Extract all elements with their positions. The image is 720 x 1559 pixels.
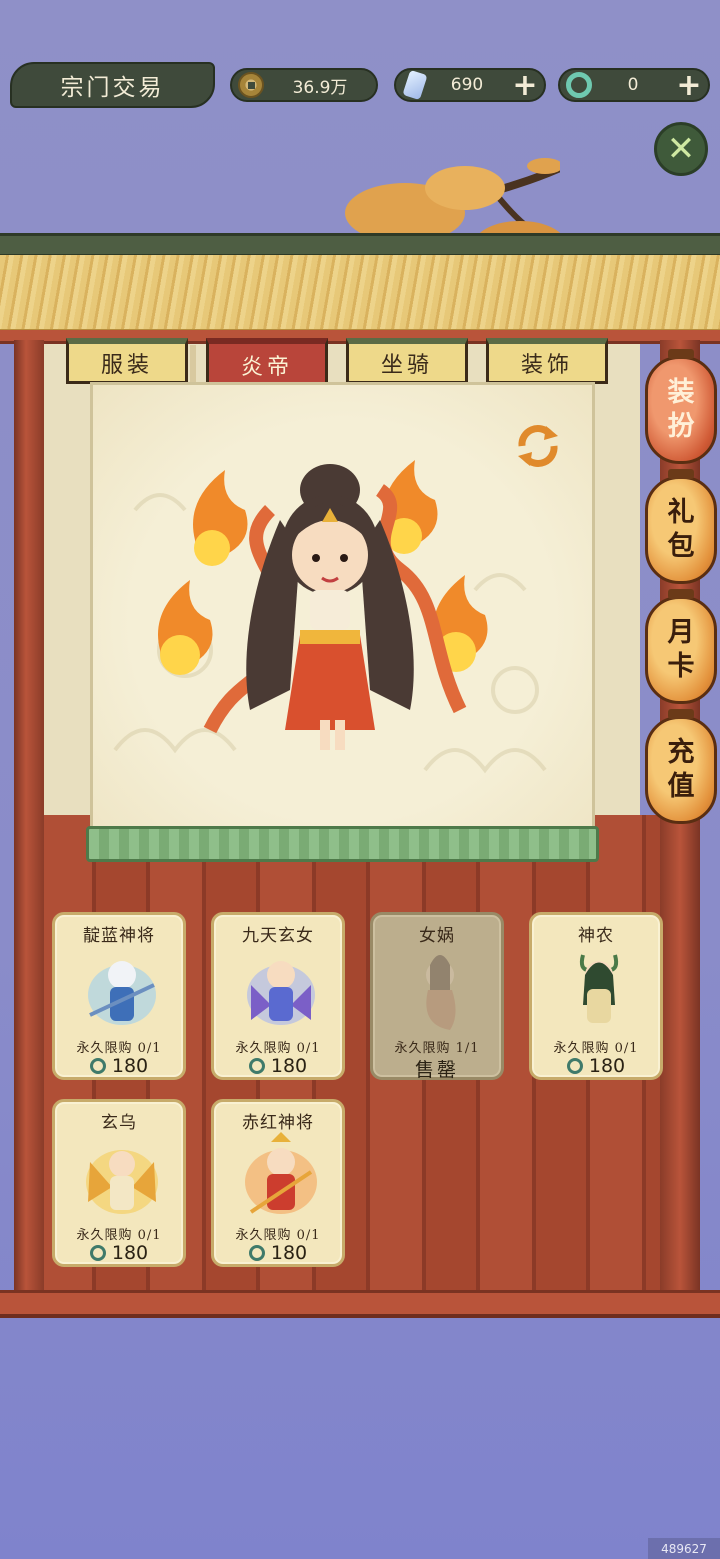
lantern-label: 值 [667,771,695,802]
jade-ring-icon [89,1058,106,1074]
item-card[interactable]: 靛蓝神将 永久限购 0/1 180 [52,912,186,1080]
tab-decoration[interactable]: 装饰 [486,338,608,384]
jade-ring-icon [566,72,592,98]
lantern-label: 包 [667,531,695,562]
item-name: 靛蓝神将 [83,926,155,946]
lantern-label: 装 [667,377,695,408]
jade-ring-icon [89,1245,106,1261]
item-portrait [86,1150,158,1214]
page-title: 宗门交易 [10,62,215,108]
purchase-limit: 永久限购 0/1 [76,1041,162,1056]
jade-ring-icon [566,1058,583,1074]
item-portrait [426,955,456,1030]
gem-value: 690 [450,75,484,95]
sold-out-label: 售罄 [414,1059,459,1081]
purchase-limit: 永久限购 0/1 [76,1228,162,1243]
gem-icon [402,69,428,101]
lantern-label: 卡 [667,651,695,682]
tab-mount[interactable]: 坐骑 [346,338,468,384]
item-portrait [88,961,156,1025]
straw-roof [0,255,720,333]
jade-counter: 0 + [558,68,710,103]
item-name: 赤红神将 [242,1113,314,1133]
yandi-character-portrait [158,460,488,750]
lantern-monthly-card[interactable]: 月 卡 [645,589,717,704]
item-price: 180 [214,1055,342,1077]
watermark: 489627 [648,1538,720,1559]
item-price: 180 [55,1242,183,1264]
gem-counter: 690 + [394,68,546,103]
item-card[interactable]: 赤红神将 永久限购 0/1 180 [211,1099,345,1267]
item-name: 玄乌 [101,1113,137,1133]
lantern-label: 扮 [667,411,695,442]
item-price: 180 [55,1055,183,1077]
price-value: 180 [588,1055,626,1077]
purchase-limit: 永久限购 0/1 [235,1041,321,1056]
item-card[interactable]: 神农 永久限购 0/1 180 [529,912,663,1080]
scroll-rod [86,826,599,862]
item-portrait [579,954,619,1023]
item-price: 180 [532,1055,660,1077]
lantern-label: 充 [667,737,695,768]
item-price: 180 [214,1242,342,1264]
purchase-limit: 永久限购 1/1 [394,1041,480,1056]
price-value: 180 [111,1055,149,1077]
add-gems-button[interactable]: + [510,68,540,103]
price-value: 180 [270,1055,308,1077]
item-name: 女娲 [419,926,455,946]
tab-clothing[interactable]: 服装 [66,338,188,384]
item-card[interactable]: 九天玄女 永久限购 0/1 180 [211,912,345,1080]
fireball-left-top [193,470,248,566]
lantern-gift-pack[interactable]: 礼 包 [645,469,717,584]
jade-ring-icon [248,1058,265,1074]
price-value: 180 [270,1242,308,1264]
lantern-dress-up[interactable]: 装 扮 [645,349,717,464]
lantern-label: 礼 [667,497,695,528]
item-name: 九天玄女 [242,926,314,946]
jade-ring-icon [248,1245,265,1261]
item-card[interactable]: 玄乌 永久限购 0/1 180 [52,1099,186,1267]
add-jade-button[interactable]: + [674,68,704,103]
lantern-recharge[interactable]: 充 值 [645,709,717,824]
price-value: 180 [111,1242,149,1264]
jade-value: 0 [627,75,639,95]
item-portrait [245,1132,317,1214]
left-pillar [14,340,44,1300]
close-button[interactable]: ✕ [654,122,708,176]
purchase-limit: 永久限购 0/1 [553,1041,639,1056]
floor-beam [0,1290,720,1318]
coin-icon [238,72,264,98]
roof-beam [0,233,720,257]
coin-counter: 36.9万 [230,68,378,102]
item-name: 神农 [578,926,614,946]
tab-yandi[interactable]: 炎帝 [206,338,328,388]
coin-value: 36.9万 [292,77,348,98]
lantern-label: 月 [667,617,695,648]
item-card-sold-out[interactable]: 女娲 永久限购 1/1 售罄 [370,912,504,1081]
item-portrait [247,961,315,1025]
rotate-icon[interactable] [512,420,564,472]
purchase-limit: 永久限购 0/1 [235,1228,321,1243]
